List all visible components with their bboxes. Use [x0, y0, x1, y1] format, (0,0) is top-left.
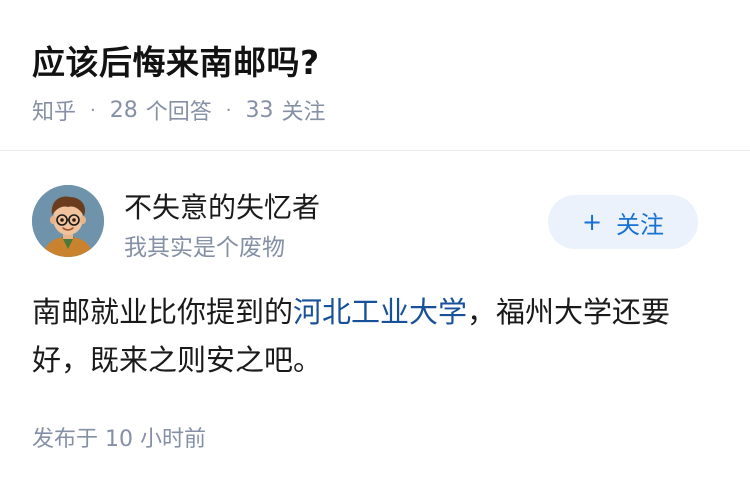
time-prefix: 发布于 — [32, 427, 99, 452]
avatar[interactable] — [32, 185, 104, 257]
answers-count[interactable]: 28 — [110, 98, 138, 123]
answer-page: 应该后悔来南邮吗? 知乎 · 28 个回答 · 33 关注 不失意的失忆者 我其… — [0, 0, 750, 486]
plus-icon: + — [581, 208, 603, 236]
followers-label[interactable]: 关注 — [282, 94, 326, 126]
source-label[interactable]: 知乎 — [32, 94, 76, 126]
author-bio: 我其实是个废物 — [124, 235, 285, 261]
school-link[interactable]: 河北工业大学 — [293, 295, 467, 329]
question-meta: 知乎 · 28 个回答 · 33 关注 — [32, 94, 326, 126]
divider — [0, 150, 750, 151]
meta-separator: · — [90, 99, 96, 121]
time-value: 10 小时前 — [105, 427, 207, 452]
answer-text-before: 南邮就业比你提到的 — [32, 295, 294, 329]
author-name[interactable]: 不失意的失忆者 — [124, 186, 320, 226]
follow-button[interactable]: + 关注 — [548, 195, 698, 249]
answers-label[interactable]: 个回答 — [146, 94, 212, 126]
followers-count[interactable]: 33 — [246, 98, 274, 123]
cartoon-avatar-icon — [32, 185, 104, 257]
answer-content[interactable]: 南邮就业比你提到的河北工业大学，福州大学还要好，既来之则安之吧。 — [32, 288, 712, 384]
post-time: 发布于 10 小时前 — [32, 421, 206, 453]
meta-separator: · — [225, 99, 232, 121]
question-title[interactable]: 应该后悔来南邮吗? — [32, 36, 320, 84]
follow-label: 关注 — [616, 210, 665, 239]
